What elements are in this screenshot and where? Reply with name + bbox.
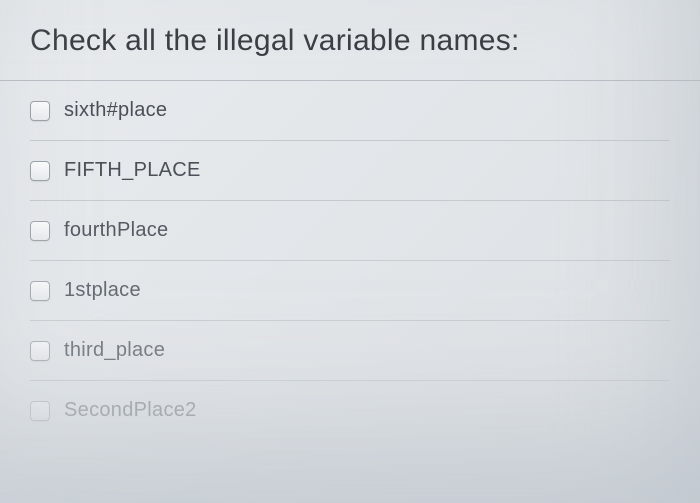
option-row: SecondPlace2	[30, 381, 670, 440]
option-row: 1stplace	[30, 261, 670, 321]
option-label: fourthPlace	[64, 219, 168, 242]
options-list: sixth#place FIFTH_PLACE fourthPlace 1stp…	[0, 81, 700, 440]
option-row: third_place	[30, 321, 670, 381]
question-title: Check all the illegal variable names:	[0, 0, 700, 81]
question-container: Check all the illegal variable names: si…	[0, 0, 700, 440]
checkbox-option-4[interactable]	[30, 341, 50, 361]
option-label: third_place	[64, 339, 165, 362]
option-row: fourthPlace	[30, 201, 670, 261]
option-label: SecondPlace2	[64, 399, 197, 422]
option-row: FIFTH_PLACE	[30, 141, 670, 201]
checkbox-option-2[interactable]	[30, 221, 50, 241]
checkbox-option-0[interactable]	[30, 101, 50, 121]
checkbox-option-1[interactable]	[30, 161, 50, 181]
checkbox-option-5[interactable]	[30, 401, 50, 421]
option-label: 1stplace	[64, 279, 141, 302]
option-label: FIFTH_PLACE	[64, 159, 201, 182]
checkbox-option-3[interactable]	[30, 281, 50, 301]
option-row: sixth#place	[30, 81, 670, 141]
option-label: sixth#place	[64, 99, 167, 122]
